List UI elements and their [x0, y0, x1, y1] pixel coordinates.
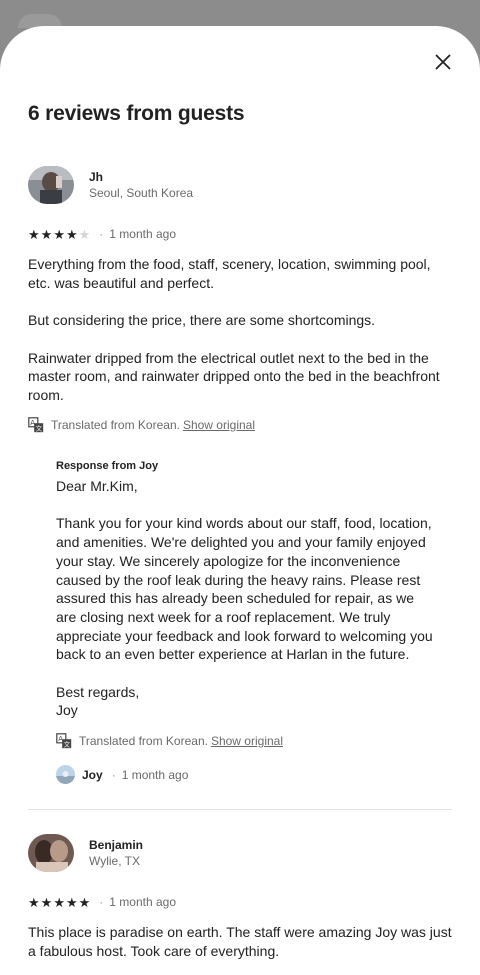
review-item: Jh Seoul, South Korea ★ ★ ★ ★ ★ · 1 mont…: [28, 166, 452, 433]
star-icon: ★: [65, 226, 78, 242]
reviews-modal: 6 reviews from guests Jh Seoul, South Ko…: [0, 26, 480, 975]
translation-note: A 文 Translated from Korean. Show origina…: [28, 416, 452, 433]
star-icon: ★: [40, 226, 53, 242]
star-icon: ★: [65, 894, 78, 910]
translate-icon: A 文: [56, 733, 72, 749]
separator-dot: ·: [99, 227, 104, 241]
star-icon: ★: [40, 894, 53, 910]
reviewer-location: Seoul, South Korea: [89, 186, 194, 200]
star-empty-icon: ★: [78, 226, 91, 242]
reviewer-name: Benjamin: [89, 838, 144, 852]
host-response-date: 1 month ago: [121, 767, 189, 782]
star-rating: ★ ★ ★ ★ ★: [28, 228, 90, 241]
review-divider: [28, 809, 452, 810]
response-text: Dear Mr.Kim, Thank you for your kind wor…: [56, 478, 433, 719]
reviewer-header: Benjamin Wylie, TX: [28, 834, 452, 872]
star-icon: ★: [78, 894, 91, 910]
translated-label: Translated from Korean.: [79, 734, 208, 749]
host-avatar[interactable]: [56, 765, 75, 785]
star-icon: ★: [28, 226, 40, 242]
show-original-link[interactable]: Show original: [183, 418, 255, 432]
separator-dot: ·: [111, 767, 116, 782]
show-original-link[interactable]: Show original: [211, 734, 283, 748]
close-button[interactable]: [428, 47, 458, 77]
rating-row: ★ ★ ★ ★ ★ · 1 month ago: [28, 227, 452, 241]
star-icon: ★: [53, 226, 65, 242]
separator-dot: ·: [99, 895, 104, 909]
translate-icon: A 文: [28, 416, 44, 432]
translated-label: Translated from Korean.: [51, 417, 180, 432]
review-date: 1 month ago: [109, 227, 176, 241]
svg-text:文: 文: [36, 423, 43, 432]
reviewer-location: Wylie, TX: [89, 854, 141, 868]
response-heading: Response from Joy: [56, 460, 159, 472]
review-item: Benjamin Wylie, TX ★ ★ ★ ★ ★ · 1 month a…: [28, 834, 452, 960]
host-signature: Joy · 1 month ago: [56, 765, 436, 785]
modal-title: 6 reviews from guests: [28, 102, 245, 125]
svg-text:文: 文: [64, 740, 71, 749]
star-icon: ★: [53, 894, 65, 910]
star-rating: ★ ★ ★ ★ ★: [28, 896, 90, 909]
reviewer-name: Jh: [89, 170, 104, 184]
host-name: Joy: [82, 767, 103, 782]
review-text: This place is paradise on earth. The sta…: [28, 924, 452, 959]
star-icon: ★: [28, 894, 40, 910]
reviewer-header: Jh Seoul, South Korea: [28, 166, 452, 204]
avatar[interactable]: [28, 834, 74, 872]
review-text: Everything from the food, staff, scenery…: [28, 256, 440, 403]
host-response: Response from Joy Dear Mr.Kim, Thank you…: [56, 460, 436, 785]
avatar[interactable]: [28, 166, 74, 204]
rating-row: ★ ★ ★ ★ ★ · 1 month ago: [28, 895, 452, 909]
response-translation-note: A 文 Translated from Korean. Show origina…: [56, 733, 436, 749]
review-date: 1 month ago: [109, 895, 176, 909]
close-icon: [435, 54, 451, 70]
